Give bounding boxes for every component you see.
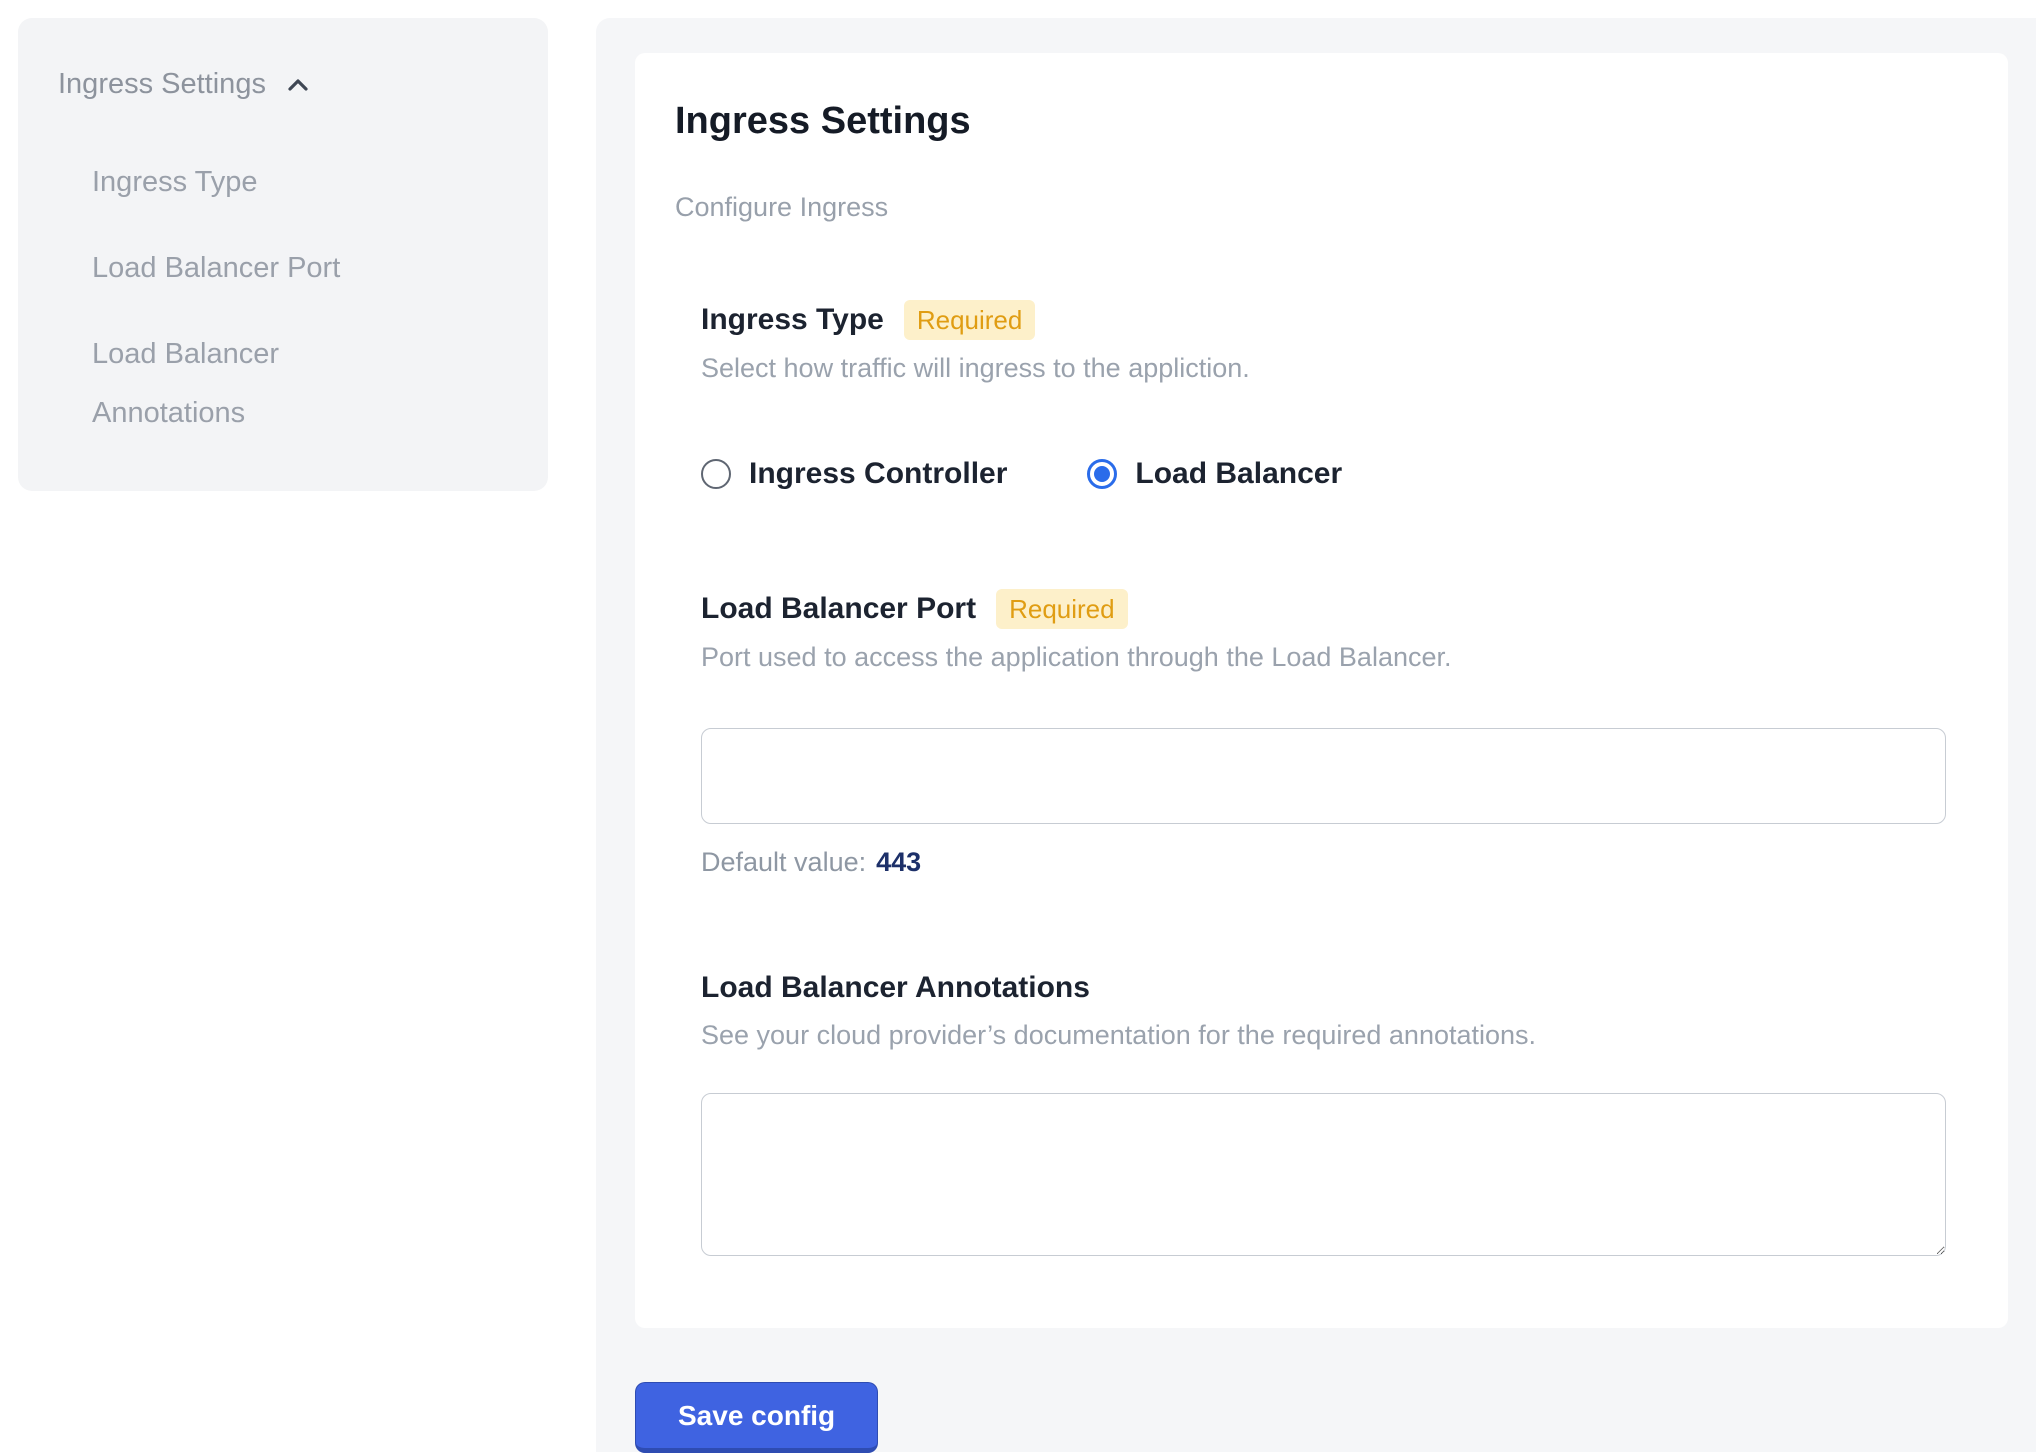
section-description-load-balancer-annotations: See your cloud provider’s documentation … [701, 1019, 1968, 1052]
page-subtitle: Configure Ingress [675, 191, 1968, 224]
sidebar-section-ingress-settings[interactable]: Ingress Settings [58, 68, 508, 101]
radio-label-load-balancer: Load Balancer [1135, 457, 1342, 491]
radio-selected-icon[interactable] [1087, 459, 1117, 489]
required-badge: Required [904, 300, 1036, 340]
section-load-balancer-annotations: Load Balancer Annotations See your cloud… [701, 969, 1968, 1256]
section-title-load-balancer-port: Load Balancer Port [701, 590, 976, 628]
config-panel: Ingress Settings Configure Ingress Ingre… [596, 18, 2036, 1452]
radio-option-load-balancer[interactable]: Load Balancer [1087, 457, 1342, 491]
chevron-up-icon [282, 69, 314, 101]
ingress-settings-card: Ingress Settings Configure Ingress Ingre… [635, 53, 2008, 1328]
sidebar-item-ingress-type[interactable]: Ingress Type [92, 153, 422, 212]
radio-label-ingress-controller: Ingress Controller [749, 457, 1007, 491]
section-load-balancer-port: Load Balancer Port Required Port used to… [701, 589, 1968, 879]
required-badge: Required [996, 589, 1128, 629]
ingress-type-radio-group: Ingress Controller Load Balancer [701, 457, 1968, 491]
section-title-load-balancer-annotations: Load Balancer Annotations [701, 969, 1090, 1007]
save-config-button[interactable]: Save config [635, 1382, 878, 1453]
radio-option-ingress-controller[interactable]: Ingress Controller [701, 457, 1007, 491]
page-title: Ingress Settings [675, 99, 1968, 143]
sidebar-section-label: Ingress Settings [58, 68, 266, 101]
section-ingress-type: Ingress Type Required Select how traffic… [701, 300, 1968, 491]
sidebar-item-load-balancer-port[interactable]: Load Balancer Port [92, 239, 422, 298]
section-title-ingress-type: Ingress Type [701, 301, 884, 339]
sidebar-item-list: Ingress Type Load Balancer Port Load Bal… [58, 153, 508, 470]
radio-unselected-icon[interactable] [701, 459, 731, 489]
load-balancer-annotations-textarea[interactable] [701, 1093, 1946, 1256]
section-description-load-balancer-port: Port used to access the application thro… [701, 641, 1968, 674]
sidebar-item-load-balancer-annotations[interactable]: Load Balancer Annotations [92, 325, 422, 443]
default-value-label: Default value: [701, 847, 866, 877]
settings-sidebar: Ingress Settings Ingress Type Load Balan… [18, 18, 548, 491]
default-value: 443 [876, 847, 921, 877]
default-value-line: Default value: 443 [701, 846, 1968, 879]
load-balancer-port-input[interactable] [701, 728, 1946, 824]
section-description-ingress-type: Select how traffic will ingress to the a… [701, 352, 1968, 385]
